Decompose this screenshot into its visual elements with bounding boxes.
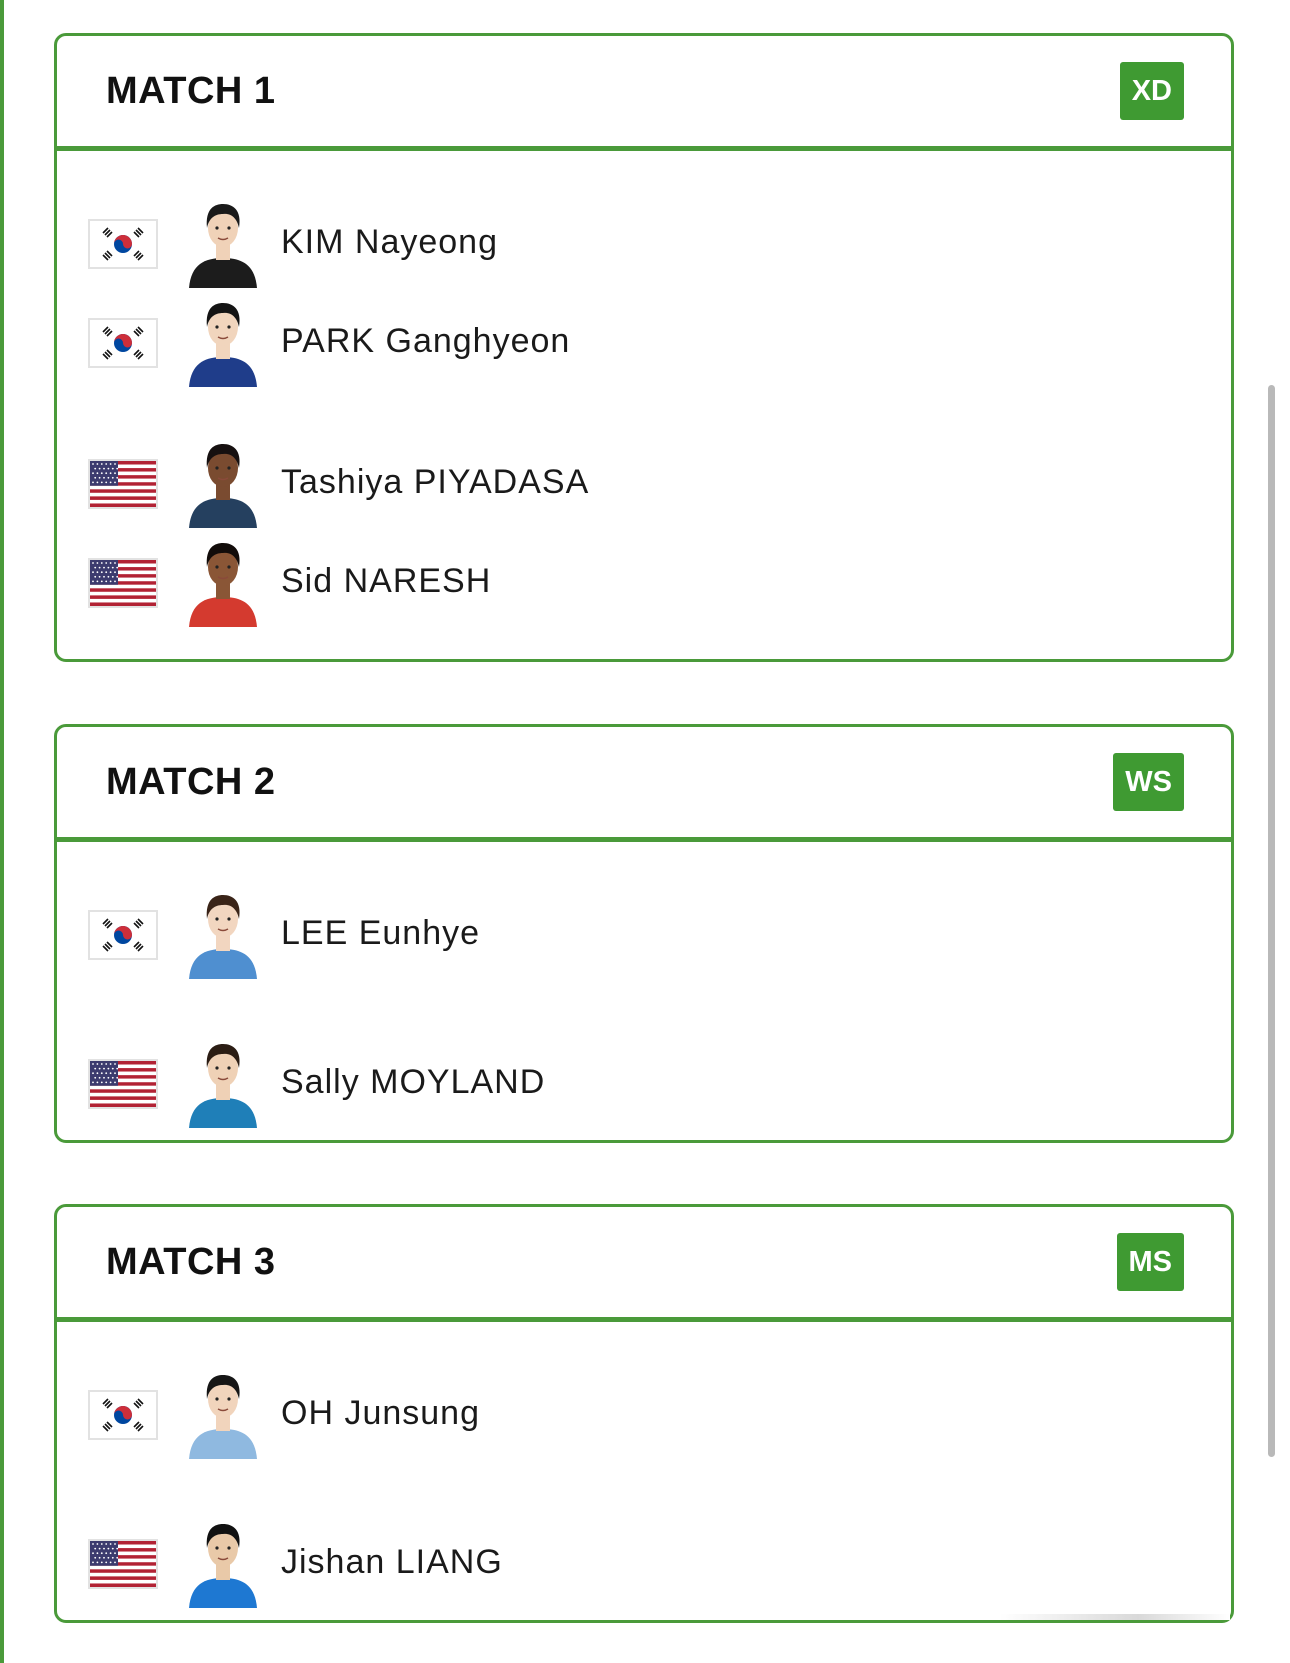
player-name[interactable]: KIM Nayeong xyxy=(281,223,498,262)
player-name[interactable]: LEE Eunhye xyxy=(281,914,480,953)
match-card-1[interactable]: MATCH 1 XD KIM Nayeong PARK Ganghyeon Ta… xyxy=(54,33,1234,662)
player-row[interactable]: Sally MOYLAND xyxy=(57,1033,1231,1133)
player-photo-icon xyxy=(185,1038,261,1128)
korea-flag-icon xyxy=(88,1390,158,1440)
usa-flag-icon xyxy=(88,459,158,509)
player-row[interactable]: KIM Nayeong xyxy=(57,193,1231,293)
match-title: MATCH 3 xyxy=(106,1241,276,1283)
player-photo-icon xyxy=(185,438,261,528)
player-photo-icon xyxy=(185,537,261,627)
player-row[interactable]: Sid NARESH xyxy=(57,532,1231,632)
player-name[interactable]: OH Junsung xyxy=(281,1394,480,1433)
match-header: MATCH 2 WS xyxy=(57,727,1231,842)
event-badge: XD xyxy=(1119,62,1184,120)
match-card-2[interactable]: MATCH 2 WS LEE Eunhye Sally MOYLAND xyxy=(54,724,1234,1143)
player-photo-icon xyxy=(185,889,261,979)
player-name[interactable]: PARK Ganghyeon xyxy=(281,322,570,361)
usa-flag-icon xyxy=(88,1059,158,1109)
page-left-border xyxy=(0,0,4,1663)
player-row[interactable]: OH Junsung xyxy=(57,1364,1231,1464)
player-row[interactable]: Jishan LIANG xyxy=(57,1513,1231,1613)
match-header: MATCH 1 XD xyxy=(57,36,1231,151)
scrollbar-thumb[interactable] xyxy=(1268,385,1275,1457)
player-row[interactable]: PARK Ganghyeon xyxy=(57,292,1231,392)
event-badge: WS xyxy=(1113,753,1184,811)
match-title: MATCH 2 xyxy=(106,761,276,803)
player-row[interactable]: LEE Eunhye xyxy=(57,884,1231,984)
player-row[interactable]: Tashiya PIYADASA xyxy=(57,433,1231,533)
player-photo-icon xyxy=(185,297,261,387)
player-name[interactable]: Sid NARESH xyxy=(281,562,491,601)
bottom-shadow xyxy=(1000,1614,1230,1620)
match-header: MATCH 3 MS xyxy=(57,1207,1231,1322)
match-title: MATCH 1 xyxy=(106,70,276,112)
korea-flag-icon xyxy=(88,318,158,368)
player-photo-icon xyxy=(185,198,261,288)
player-photo-icon xyxy=(185,1518,261,1608)
usa-flag-icon xyxy=(88,558,158,608)
match-card-3[interactable]: MATCH 3 MS OH Junsung Jishan LIANG xyxy=(54,1204,1234,1623)
korea-flag-icon xyxy=(88,219,158,269)
korea-flag-icon xyxy=(88,910,158,960)
player-name[interactable]: Sally MOYLAND xyxy=(281,1063,545,1102)
usa-flag-icon xyxy=(88,1539,158,1589)
player-name[interactable]: Jishan LIANG xyxy=(281,1543,503,1582)
event-badge: MS xyxy=(1116,1233,1184,1291)
player-photo-icon xyxy=(185,1369,261,1459)
player-name[interactable]: Tashiya PIYADASA xyxy=(281,463,589,502)
